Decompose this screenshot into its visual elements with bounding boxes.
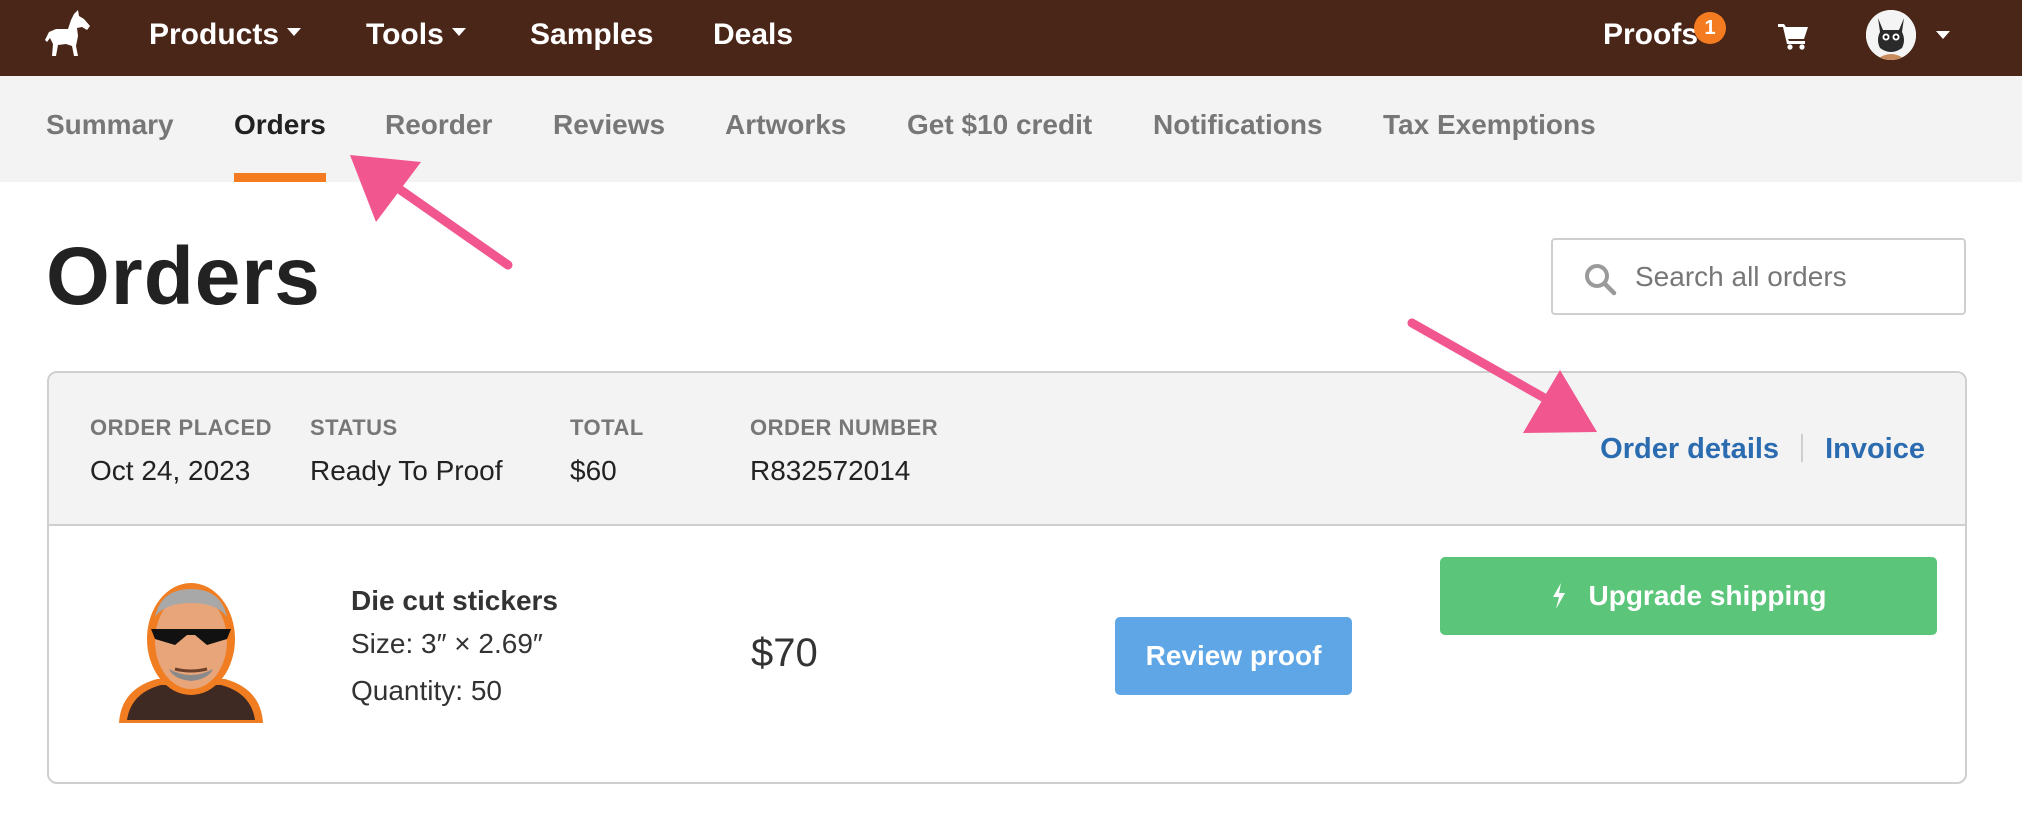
order-number-value: R832572014 — [750, 455, 911, 486]
chevron-down-icon — [451, 28, 466, 37]
cart-icon[interactable] — [1778, 22, 1810, 50]
product-name: Die cut stickers — [351, 585, 558, 616]
order-total-label: TOTAL — [570, 415, 644, 440]
tab-notifications[interactable]: Notifications — [1153, 76, 1323, 182]
nav-deals[interactable]: Deals — [713, 0, 793, 76]
lightning-bolt-icon — [1552, 582, 1565, 609]
account-tabs: Summary Orders Reorder Reviews Artworks … — [0, 76, 2022, 182]
horse-logo-icon[interactable] — [44, 10, 92, 60]
nav-products[interactable]: Products — [149, 0, 302, 76]
order-details-link[interactable]: Order details — [1600, 433, 1779, 465]
order-placed-label: ORDER PLACED — [90, 415, 273, 440]
order-links: Order details Invoice — [1600, 433, 1925, 466]
order-status: STATUS Ready To Proof — [310, 415, 503, 487]
cat-avatar-icon — [1866, 10, 1916, 60]
chevron-down-icon — [287, 28, 302, 37]
proofs-count-badge: 1 — [1694, 12, 1726, 44]
divider — [1801, 434, 1804, 463]
product-size: Size: 3″ × 2.69″ — [351, 628, 543, 659]
upgrade-shipping-button[interactable]: Upgrade shipping — [1440, 557, 1937, 635]
tab-reviews[interactable]: Reviews — [553, 76, 665, 182]
product-quantity: Quantity: 50 — [351, 675, 502, 706]
upgrade-shipping-label: Upgrade shipping — [1588, 580, 1827, 611]
invoice-link[interactable]: Invoice — [1825, 433, 1925, 465]
order-status-label: STATUS — [310, 415, 398, 440]
order-status-value: Ready To Proof — [310, 455, 503, 486]
tab-reorder[interactable]: Reorder — [385, 76, 492, 182]
tab-summary[interactable]: Summary — [46, 76, 174, 182]
order-total: TOTAL $60 — [570, 415, 644, 487]
nav-tools[interactable]: Tools — [366, 0, 466, 76]
tab-artworks[interactable]: Artworks — [725, 76, 846, 182]
review-proof-button[interactable]: Review proof — [1115, 617, 1352, 695]
avatar-menu-chevron-icon[interactable] — [1936, 31, 1950, 39]
order-header: ORDER PLACED Oct 24, 2023 STATUS Ready T… — [49, 373, 1965, 526]
nav-samples[interactable]: Samples — [530, 0, 653, 76]
order-placed-value: Oct 24, 2023 — [90, 455, 251, 486]
order-number: ORDER NUMBER R832572014 — [750, 415, 938, 487]
item-price: $70 — [751, 631, 818, 675]
tab-get-credit[interactable]: Get $10 credit — [907, 76, 1092, 182]
search-input[interactable] — [1635, 250, 1955, 304]
search-icon — [1585, 264, 1617, 296]
sticker-thumbnail — [119, 583, 263, 723]
tab-orders[interactable]: Orders — [234, 76, 326, 182]
nav-proofs[interactable]: Proofs — [1603, 0, 1698, 76]
order-total-value: $60 — [570, 455, 617, 486]
top-navbar: Products Tools Samples Deals Proofs 1 — [0, 0, 2022, 76]
tab-tax-exemptions[interactable]: Tax Exemptions — [1383, 76, 1596, 182]
search-orders-box[interactable] — [1551, 238, 1966, 315]
order-placed: ORDER PLACED Oct 24, 2023 — [90, 415, 272, 487]
page-title: Orders — [46, 231, 321, 322]
active-tab-indicator — [234, 173, 326, 182]
order-card: ORDER PLACED Oct 24, 2023 STATUS Ready T… — [47, 371, 1967, 784]
user-avatar[interactable] — [1866, 10, 1916, 60]
order-number-label: ORDER NUMBER — [750, 415, 939, 440]
